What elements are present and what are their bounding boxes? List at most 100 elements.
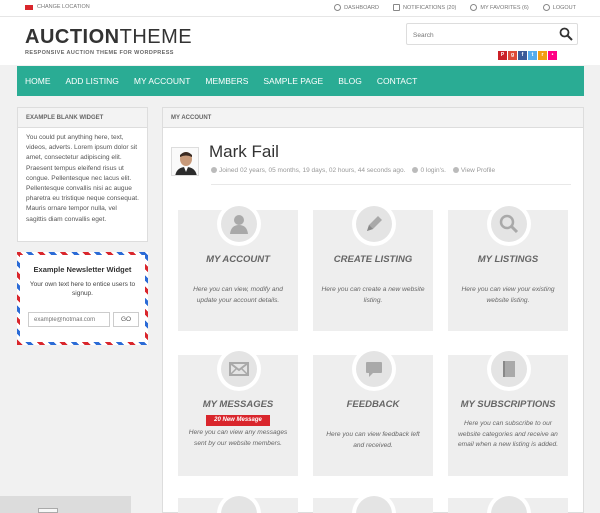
- tile-icon-bg: [356, 351, 392, 387]
- tile-title: MY ACCOUNT: [206, 254, 270, 265]
- blank-widget-title: EXAMPLE BLANK WIDGET: [18, 108, 147, 128]
- flickr-icon[interactable]: •: [548, 51, 557, 60]
- envelope-icon: [393, 4, 400, 11]
- tile-icon-bg: [491, 206, 527, 242]
- new-message-badge: 20 New Message: [206, 415, 270, 426]
- tile-desc: Here you can view your existing website …: [461, 286, 555, 304]
- tile-my-listings[interactable]: MY LISTINGS Here you can view your exist…: [448, 202, 568, 331]
- favorites-link[interactable]: MY FAVORITES (6): [470, 4, 529, 11]
- tile-partial: [178, 492, 298, 513]
- tile-desc: Here you can subscribe to our website ca…: [457, 420, 559, 448]
- top-bar: CHANGE LOCATION DASHBOARD NOTIFICATIONS …: [0, 0, 600, 17]
- horizontal-scrollbar[interactable]: [0, 496, 131, 513]
- view-profile-link[interactable]: View Profile: [452, 167, 496, 174]
- tile-icon-bg: [356, 496, 392, 513]
- avatar: [171, 147, 199, 176]
- tile-icon-bg: [221, 351, 257, 387]
- tile-icon-bg: [221, 496, 257, 513]
- tile-feedback[interactable]: FEEDBACK Here you can view feedback left…: [313, 347, 433, 476]
- favorites-label: MY FAVORITES (6): [480, 4, 529, 11]
- twitter-icon[interactable]: t: [528, 51, 537, 60]
- joined-info: Joined 02 years, 05 months, 19 days, 02 …: [211, 167, 405, 174]
- nav-add-listing[interactable]: ADD LISTING: [66, 76, 119, 86]
- newsletter-email-input[interactable]: [28, 312, 110, 327]
- tile-partial: [313, 492, 433, 513]
- tile-desc: Here you can view any messages sent by o…: [188, 429, 288, 447]
- social-icons: P g f t r •: [498, 51, 557, 60]
- tile-icon-ring: [487, 347, 531, 391]
- newsletter-title: Example Newsletter Widget: [33, 265, 132, 274]
- tile-my-account[interactable]: MY ACCOUNT Here you can view, modify and…: [178, 202, 298, 331]
- tile-icon-bg: [221, 206, 257, 242]
- newsletter-widget: Example Newsletter Widget Your own text …: [17, 252, 148, 345]
- user-name: Mark Fail: [209, 142, 279, 161]
- speech-bubble-icon: [366, 362, 382, 377]
- power-icon: [542, 4, 550, 11]
- nav-sample-page[interactable]: SAMPLE PAGE: [263, 76, 323, 86]
- view-profile-label: View Profile: [460, 167, 496, 174]
- newsletter-text: Your own text here to entice users to si…: [29, 281, 136, 297]
- check-icon: [412, 167, 419, 173]
- tile-desc: Here you can create a new website listin…: [321, 286, 425, 304]
- flag-icon: [25, 4, 33, 10]
- search-icon: [452, 167, 459, 173]
- tile-icon-ring: [352, 202, 396, 246]
- search-box: [406, 23, 578, 46]
- tile-title: FEEDBACK: [346, 399, 400, 410]
- google-plus-icon[interactable]: g: [508, 51, 517, 60]
- logout-label: LOGOUT: [552, 4, 576, 11]
- tile-icon-ring: [217, 202, 261, 246]
- user-icon: [230, 215, 248, 234]
- pencil-icon: [367, 216, 382, 231]
- nav-members[interactable]: MEMBERS: [205, 76, 248, 86]
- rss-icon[interactable]: r: [538, 51, 547, 60]
- pinterest-icon[interactable]: P: [498, 51, 507, 60]
- panel-title: MY ACCOUNT: [163, 108, 583, 128]
- heart-icon: [470, 4, 478, 11]
- clock-icon: [211, 167, 217, 173]
- tile-icon-bg: [491, 351, 527, 387]
- login-count-text: 0 login's.: [420, 167, 446, 174]
- change-location-link[interactable]: CHANGE LOCATION: [25, 4, 90, 10]
- site-logo[interactable]: AUCTIONTHEME: [25, 26, 192, 49]
- nav-home[interactable]: HOME: [25, 76, 51, 86]
- tile-create-listing[interactable]: CREATE LISTING Here you can create a new…: [313, 202, 433, 331]
- blank-widget-text: You could put anything here, text, video…: [26, 134, 139, 223]
- main-nav: HOME ADD LISTING MY ACCOUNT MEMBERS SAMP…: [17, 66, 584, 96]
- search-input[interactable]: [407, 25, 547, 46]
- tile-icon-bg: [491, 496, 527, 513]
- nav-my-account[interactable]: MY ACCOUNT: [134, 76, 191, 86]
- tile-title: MY LISTINGS: [477, 254, 539, 265]
- joined-text: Joined 02 years, 05 months, 19 days, 02 …: [219, 167, 406, 174]
- tile-my-messages[interactable]: MY MESSAGES 20 New Message Here you can …: [178, 347, 298, 476]
- login-count: 0 login's.: [412, 167, 446, 174]
- magnifier-icon: [499, 214, 519, 234]
- tile-icon-ring: [487, 202, 531, 246]
- change-location-label: CHANGE LOCATION: [37, 4, 90, 10]
- dashboard-icon: [334, 4, 342, 11]
- facebook-icon[interactable]: f: [518, 51, 527, 60]
- newsletter-go-button[interactable]: GO: [113, 312, 139, 327]
- site-tagline: RESPONSIVE AUCTION THEME FOR WORDPRESS: [25, 50, 174, 56]
- notifications-label: NOTIFICATIONS (20): [403, 4, 457, 11]
- search-icon[interactable]: [559, 27, 573, 41]
- tile-icon-ring: [352, 347, 396, 391]
- tile-title: CREATE LISTING: [333, 254, 413, 265]
- tile-my-subscriptions[interactable]: MY SUBSCRIPTIONS Here you can subscribe …: [448, 347, 568, 476]
- logout-link[interactable]: LOGOUT: [542, 4, 576, 11]
- tile-desc: Here you can view feedback left and rece…: [326, 431, 420, 449]
- nav-blog[interactable]: BLOG: [338, 76, 362, 86]
- notifications-link[interactable]: NOTIFICATIONS (20): [393, 4, 456, 11]
- dashboard-link[interactable]: DASHBOARD: [334, 4, 379, 11]
- scrollbar-thumb[interactable]: [38, 508, 58, 513]
- site-header: AUCTIONTHEME RESPONSIVE AUCTION THEME FO…: [0, 17, 600, 65]
- dashboard-label: DASHBOARD: [344, 4, 379, 11]
- tile-title: MY MESSAGES: [202, 399, 274, 410]
- tile-icon-bg: [356, 206, 392, 242]
- logo-bold: AUCTION: [25, 26, 120, 48]
- logo-light: THEME: [119, 26, 193, 48]
- tile-desc: Here you can view, modify and update you…: [193, 286, 283, 304]
- nav-contact[interactable]: CONTACT: [377, 76, 417, 86]
- book-icon: [503, 361, 515, 377]
- tile-partial: [448, 492, 568, 513]
